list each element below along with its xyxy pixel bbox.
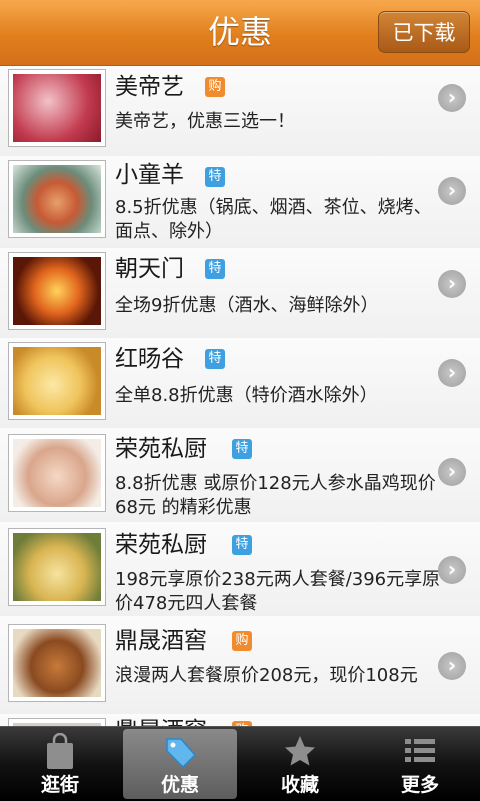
deal-name: 荣苑私厨 (115, 436, 207, 462)
downloaded-button[interactable]: 已下载 (378, 11, 470, 53)
deal-row[interactable]: 朝天门 特 全场9折优惠（酒水、海鲜除外） › (0, 248, 480, 339)
deal-thumbnail (8, 342, 106, 420)
fries-photo (13, 533, 101, 601)
badge-te: 特 (232, 439, 252, 459)
deal-name: 小童羊 (115, 162, 184, 188)
deal-description: 浪漫两人套餐原价208元，现价108元 (115, 665, 418, 686)
list-icon (405, 739, 435, 762)
deal-row[interactable]: 荣苑私厨 特 198元享原价238元两人套餐/396元享原价478元四人套餐 › (0, 522, 480, 617)
deal-row[interactable]: 鼎晟酒窖 购 (0, 714, 480, 726)
deal-row[interactable]: 红旸谷 特 全单8.8折优惠（特价酒水除外） › (0, 338, 480, 429)
fire-dish-photo (13, 257, 101, 325)
chevron-right-icon[interactable]: › (438, 359, 466, 387)
chevron-right-icon[interactable]: › (438, 556, 466, 584)
tab-label: 收藏 (280, 774, 319, 796)
tab-deals[interactable]: 优惠 (123, 729, 237, 799)
deal-thumbnail (8, 528, 106, 606)
deal-thumbnail (8, 160, 106, 238)
chevron-right-icon[interactable]: › (438, 84, 466, 112)
deal-thumbnail (8, 718, 106, 726)
deal-name: 鼎晟酒窖 (115, 628, 207, 654)
tab-label: 优惠 (160, 774, 199, 796)
hotpot-photo (13, 165, 101, 233)
dessert-photo (13, 347, 101, 415)
massage-photo (13, 439, 101, 507)
badge-te: 特 (205, 259, 225, 279)
deals-list[interactable]: 美帝艺 购 美帝艺，优惠三选一！ › 小童羊 特 8.5折优惠（锅底、烟酒、茶位… (0, 66, 480, 726)
tab-label: 更多 (400, 774, 439, 796)
tab-more[interactable]: 更多 (363, 729, 477, 799)
star-icon (285, 736, 315, 766)
badge-te: 特 (205, 167, 225, 187)
deal-row[interactable]: 美帝艺 购 美帝艺，优惠三选一！ › (0, 66, 480, 157)
deal-description: 全场9折优惠（酒水、海鲜除外） (115, 295, 379, 316)
deal-name: 美帝艺 (115, 74, 184, 100)
deal-description: 198元享原价238元两人套餐/396元享原价478元四人套餐 (115, 569, 441, 614)
deal-thumbnail (8, 434, 106, 512)
tab-browse[interactable]: 逛街 (3, 729, 117, 799)
tab-favorites[interactable]: 收藏 (243, 729, 357, 799)
lamb-chops-photo (13, 629, 101, 697)
deal-thumbnail (8, 252, 106, 330)
deal-description: 全单8.8折优惠（特价酒水除外） (115, 385, 378, 406)
nails-photo (13, 74, 101, 142)
deal-description: 8.5折优惠（锅底、烟酒、茶位、烧烤、面点、除外） (115, 197, 432, 242)
deal-row[interactable]: 鼎晟酒窖 购 浪漫两人套餐原价208元，现价108元 › (0, 616, 480, 715)
bottom-tab-bar: 逛街 优惠 收藏 更多 (0, 726, 480, 801)
deal-thumbnail (8, 624, 106, 702)
chevron-right-icon[interactable]: › (438, 458, 466, 486)
badge-te: 特 (205, 349, 225, 369)
deal-row[interactable]: 小童羊 特 8.5折优惠（锅底、烟酒、茶位、烧烤、面点、除外） › (0, 156, 480, 249)
chevron-right-icon[interactable]: › (438, 652, 466, 680)
badge-gou: 购 (232, 631, 252, 651)
chevron-right-icon[interactable]: › (438, 270, 466, 298)
deal-description: 8.8折优惠 或原价128元人参水晶鸡现价68元 的精彩优惠 (115, 473, 436, 518)
deal-name: 朝天门 (115, 256, 184, 282)
tag-icon (166, 738, 197, 769)
deal-name: 红旸谷 (115, 346, 184, 372)
deal-description: 美帝艺，优惠三选一！ (115, 111, 295, 132)
deal-name: 鼎晟酒窖 (115, 716, 207, 726)
deal-thumbnail (8, 69, 106, 147)
shopping-bag-icon (47, 733, 73, 769)
chevron-right-icon[interactable]: › (438, 177, 466, 205)
deal-row[interactable]: 荣苑私厨 特 8.8折优惠 或原价128元人参水晶鸡现价68元 的精彩优惠 › (0, 428, 480, 523)
badge-gou: 购 (205, 77, 225, 97)
tab-label: 逛街 (40, 774, 79, 796)
header-bar: 优惠 已下载 (0, 0, 480, 66)
badge-te: 特 (232, 535, 252, 555)
deal-name: 荣苑私厨 (115, 532, 207, 558)
